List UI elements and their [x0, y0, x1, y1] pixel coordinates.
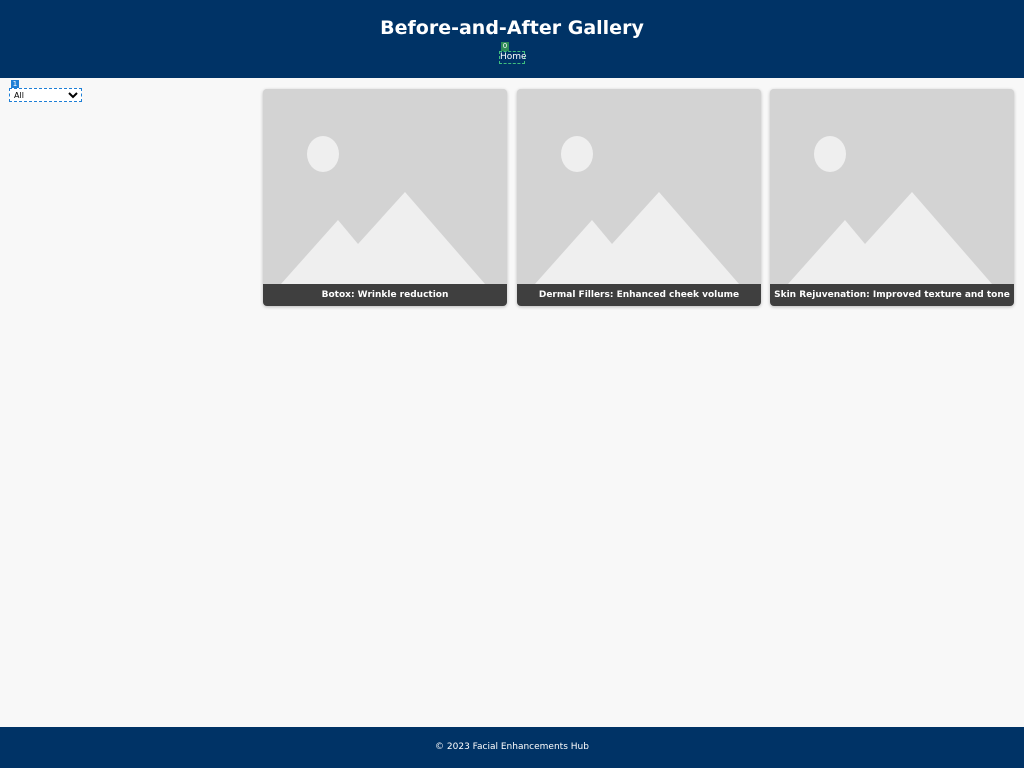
gallery-card[interactable]: Skin Rejuvenation: Improved texture and …: [770, 89, 1014, 306]
footer-copyright: © 2023 Facial Enhancements Hub: [435, 742, 589, 752]
category-filter-select[interactable]: All: [9, 88, 82, 102]
nav-home-link[interactable]: Home: [499, 51, 527, 64]
nav-home-badge: 0: [501, 42, 509, 51]
image-placeholder-icon: [263, 89, 507, 284]
gallery-card-caption: Dermal Fillers: Enhanced cheek volume: [517, 284, 761, 306]
image-placeholder-icon: [517, 89, 761, 284]
site-header: Before-and-After Gallery 0 Home: [0, 0, 1024, 78]
gallery-card-caption: Botox: Wrinkle reduction: [263, 284, 507, 306]
image-placeholder-icon: [770, 89, 1014, 284]
gallery-card-caption: Skin Rejuvenation: Improved texture and …: [770, 284, 1014, 306]
gallery-card[interactable]: Botox: Wrinkle reduction: [263, 89, 507, 306]
page-title: Before-and-After Gallery: [380, 17, 644, 39]
site-footer: © 2023 Facial Enhancements Hub: [0, 727, 1024, 768]
gallery-card[interactable]: Dermal Fillers: Enhanced cheek volume: [517, 89, 761, 306]
